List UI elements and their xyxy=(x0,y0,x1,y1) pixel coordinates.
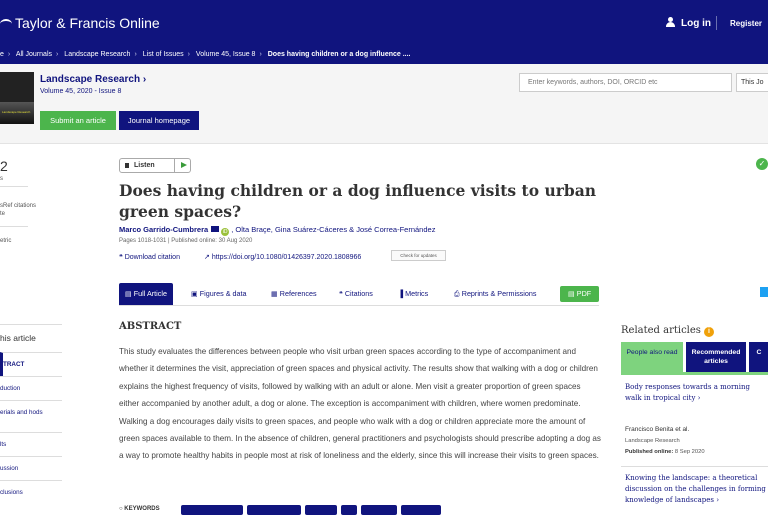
cover-text: Landscape Research xyxy=(2,110,31,114)
metrics-divider xyxy=(0,186,28,187)
login-label: Log in xyxy=(681,18,711,29)
toc-heading: his article xyxy=(0,333,36,343)
toc-item-discussion[interactable]: ussion xyxy=(0,456,62,480)
play-icon[interactable] xyxy=(174,159,190,172)
toc-item-introduction[interactable]: duction xyxy=(0,376,62,400)
breadcrumb-volume[interactable]: Volume 45, Issue 8 xyxy=(196,51,256,58)
user-icon xyxy=(666,17,675,27)
keyword-chips xyxy=(181,505,441,515)
crossref-suffix: te xyxy=(0,211,6,217)
abstract-heading: ABSTRACT xyxy=(119,321,182,332)
abstract-text: This study evaluates the differences bet… xyxy=(119,347,601,461)
toc-item-abstract[interactable]: TRACT xyxy=(0,352,62,376)
toc-item-conclusions[interactable]: clusions xyxy=(0,480,62,504)
related-heading-text: Related articles xyxy=(621,325,701,336)
keyword-chip[interactable] xyxy=(181,505,243,515)
email-icon[interactable] xyxy=(211,226,220,232)
keywords-label: ○ KEYWORDS xyxy=(119,506,160,512)
metrics-divider xyxy=(0,226,28,227)
altmetric-label[interactable]: etric xyxy=(0,238,11,244)
toc-item-materials-methods[interactable]: erials and hods xyxy=(0,400,62,432)
pages-info: Pages 1018-1031 | Published online: 30 A… xyxy=(119,238,253,244)
keyword-chip[interactable] xyxy=(247,505,301,515)
submit-article-button[interactable]: Submit an article xyxy=(40,111,116,130)
author-list[interactable]: , Olta Braçe, Gina Suárez-Cáceres & José… xyxy=(231,225,435,234)
tab-recommended-articles[interactable]: Recommended articles xyxy=(686,342,746,372)
tab-cited-by[interactable]: C xyxy=(749,342,768,372)
tab-metrics[interactable]: ▐ Metrics xyxy=(398,283,428,305)
journal-name-link[interactable]: Landscape Research › xyxy=(40,74,146,85)
breadcrumb-issues[interactable]: List of Issues xyxy=(143,51,184,58)
chevron-right-icon: › xyxy=(7,51,11,58)
tab-figures-data[interactable]: ▣ Figures & data xyxy=(191,283,247,305)
orcid-icon[interactable]: iD xyxy=(221,228,230,236)
related-article-date: Published online: 8 Sep 2020 xyxy=(625,449,705,455)
tab-citations[interactable]: ❝ Citations xyxy=(339,283,373,305)
related-article-title[interactable]: Knowing the landscape: a theoretical dis… xyxy=(625,473,768,506)
breadcrumb-home[interactable]: e xyxy=(0,51,4,58)
related-tab-underline xyxy=(621,372,768,375)
tab-people-also-read[interactable]: People also read xyxy=(621,342,683,372)
related-heading: Related articles i xyxy=(621,325,714,337)
journal-homepage-button[interactable]: Journal homepage xyxy=(119,111,199,130)
chevron-right-icon: › xyxy=(187,51,190,58)
doi-text: https://doi.org/10.1080/01426397.2020.18… xyxy=(211,254,362,261)
breadcrumb-current: Does having children or a dog influence … xyxy=(267,51,411,58)
header-divider xyxy=(716,16,717,30)
article-title: Does having children or a dog influence … xyxy=(119,181,597,221)
keyword-chip[interactable] xyxy=(401,505,441,515)
related-article-authors: Francisco Benita et al. xyxy=(625,426,690,433)
crossref-label[interactable]: sRef citations xyxy=(0,203,36,209)
info-icon[interactable]: i xyxy=(703,327,714,337)
related-article-journal: Landscape Research xyxy=(625,438,680,444)
breadcrumb-all-journals[interactable]: All Journals xyxy=(16,51,52,58)
chevron-right-icon: › xyxy=(259,51,262,58)
search-scope-select[interactable]: This Jo xyxy=(736,73,768,92)
article-tabs: ▤ Full Article ▣ Figures & data ▦ Refere… xyxy=(119,283,600,306)
site-logo[interactable]: Taylor & Francis Online xyxy=(0,15,160,31)
search-input[interactable]: Enter keywords, authors, DOI, ORCID etc xyxy=(519,73,732,92)
tab-references[interactable]: ▦ References xyxy=(271,283,317,305)
listen-label: Listen xyxy=(134,162,155,169)
login-link[interactable]: Log in xyxy=(666,17,711,29)
logo-mark-icon xyxy=(0,19,12,29)
toc-divider xyxy=(0,324,62,325)
breadcrumb-journal[interactable]: Landscape Research xyxy=(64,51,130,58)
download-citation-link[interactable]: ❝ Download citation xyxy=(119,253,180,261)
listen-button[interactable]: Listen xyxy=(120,159,174,172)
check-icon[interactable]: ✓ xyxy=(756,158,768,170)
pdf-button[interactable]: ▤ PDF xyxy=(560,286,600,302)
journal-cover[interactable]: Landscape Research xyxy=(0,72,34,124)
breadcrumb: e › All Journals › Landscape Research › Lis… xyxy=(0,46,768,64)
top-header: Taylor & Francis Online Log in Register xyxy=(0,0,768,46)
journal-volume-link[interactable]: Volume 45, 2020 - Issue 8 xyxy=(40,88,121,95)
keyword-chip[interactable] xyxy=(305,505,337,515)
views-label: s xyxy=(0,176,3,182)
related-article-title[interactable]: Body responses towards a morning walk in… xyxy=(625,382,768,404)
keyword-chip[interactable] xyxy=(361,505,397,515)
listen-widget: Listen xyxy=(119,158,191,173)
related-divider xyxy=(621,466,768,467)
keyword-chip[interactable] xyxy=(341,505,357,515)
date-label: Published online: xyxy=(625,449,674,455)
tab-reprints-permissions[interactable]: ⎙ Reprints & Permissions xyxy=(454,283,536,305)
date-value: 8 Sep 2020 xyxy=(673,449,705,455)
register-link[interactable]: Register xyxy=(730,19,762,28)
journal-bar: Landscape Research Landscape Research › … xyxy=(0,64,768,144)
author-link[interactable]: Marco Garrido-Cumbrera xyxy=(119,225,208,234)
logo-text: Taylor & Francis Online xyxy=(15,15,160,31)
article-authors: Marco Garrido-Cumbrera iD, Olta Braçe, Gi… xyxy=(119,225,435,236)
external-link-icon: ↗ xyxy=(204,254,212,261)
chevron-right-icon: › xyxy=(56,51,59,58)
twitter-icon[interactable] xyxy=(760,287,768,297)
doi-link[interactable]: ↗ https://doi.org/10.1080/01426397.2020.… xyxy=(204,253,361,261)
check-for-updates-badge[interactable]: Check for updates xyxy=(391,250,446,261)
chevron-right-icon: › xyxy=(134,51,137,58)
views-count: 2 xyxy=(0,158,8,174)
tab-full-article[interactable]: ▤ Full Article xyxy=(119,283,173,305)
toc-item-results[interactable]: lts xyxy=(0,432,62,456)
